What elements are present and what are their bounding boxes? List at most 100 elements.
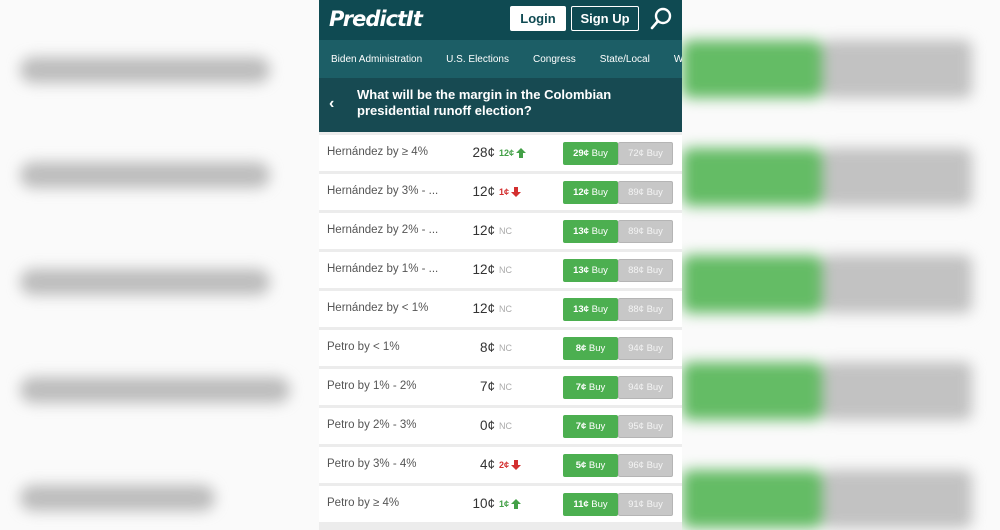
buy-yes-label: Buy (591, 226, 608, 237)
buy-yes-button[interactable]: 13¢ Buy (563, 298, 618, 321)
contract-row[interactable]: Petro by < 1% 8¢ NC 8¢ Buy 94¢ Buy (319, 330, 682, 366)
buy-yes-price: 12¢ (573, 187, 589, 198)
signup-button[interactable]: Sign Up (571, 6, 639, 31)
buy-yes-button[interactable]: 5¢ Buy (563, 454, 618, 477)
buy-no-button[interactable]: 89¢ Buy (618, 220, 673, 243)
back-chevron-icon[interactable]: ‹ (329, 95, 334, 113)
contract-row[interactable]: Hernández by < 1% 12¢ NC 13¢ Buy 88¢ Buy (319, 291, 682, 327)
price-change: 2¢ (499, 460, 522, 470)
buy-no-price: 88¢ (628, 304, 644, 315)
price-change: NC (499, 382, 512, 392)
buy-yes-label: Buy (588, 421, 606, 432)
buy-no-button[interactable]: 72¢ Buy (618, 142, 673, 165)
buy-no-button[interactable]: 91¢ Buy (618, 493, 673, 516)
price-change: NC (499, 421, 512, 431)
price-change-value: NC (499, 343, 512, 353)
buy-yes-button[interactable]: 11¢ Buy (563, 493, 618, 516)
buy-no-label: Buy (646, 226, 663, 237)
buy-no-price: 89¢ (628, 187, 644, 198)
buy-no-price: 94¢ (628, 382, 644, 393)
buy-no-label: Buy (646, 343, 663, 354)
buy-yes-label: Buy (588, 382, 606, 393)
contract-name[interactable]: Hernández by ≥ 4% (327, 146, 445, 158)
nav-item[interactable]: State/Local (588, 54, 662, 65)
buy-no-label: Buy (646, 304, 663, 315)
last-price: 7¢ (479, 379, 495, 394)
buy-no-label: Buy (646, 421, 663, 432)
contract-row[interactable]: Petro by ≥ 4% 10¢ 1¢ 11¢ Buy 91¢ Buy (319, 486, 682, 522)
buy-no-price: 96¢ (628, 460, 644, 471)
arrow-down-icon (511, 187, 522, 197)
price-change: 1¢ (499, 187, 522, 197)
buy-yes-button[interactable]: 7¢ Buy (563, 415, 618, 438)
market-header: ‹ What will be the margin in the Colombi… (319, 78, 682, 132)
price-change-value: 2¢ (499, 460, 510, 470)
buy-no-button[interactable]: 94¢ Buy (618, 376, 673, 399)
contract-row[interactable]: Hernández by 3% - ... 12¢ 1¢ 12¢ Buy 89¢ Buy (319, 174, 682, 210)
buy-yes-label: Buy (588, 343, 606, 354)
contract-row[interactable]: Petro by 3% - 4% 4¢ 2¢ 5¢ Buy 96¢ Buy (319, 447, 682, 483)
buy-no-button[interactable]: 96¢ Buy (618, 454, 673, 477)
last-price: 0¢ (479, 418, 495, 433)
buy-no-button[interactable]: 94¢ Buy (618, 337, 673, 360)
buy-yes-button[interactable]: 8¢ Buy (563, 337, 618, 360)
buy-no-button[interactable]: 88¢ Buy (618, 298, 673, 321)
price-change-value: 1¢ (499, 499, 510, 509)
contract-name[interactable]: Hernández by < 1% (327, 302, 445, 314)
buy-yes-price: 7¢ (575, 421, 587, 432)
buy-no-price: 72¢ (628, 148, 644, 159)
buy-yes-price: 29¢ (573, 148, 589, 159)
buy-yes-label: Buy (591, 304, 608, 315)
predictit-logo[interactable]: PredictIt (329, 7, 423, 31)
nav-item[interactable]: U.S. Elections (434, 54, 521, 65)
buy-yes-button[interactable]: 12¢ Buy (563, 181, 618, 204)
contract-row[interactable]: Hernández by 2% - ... 12¢ NC 13¢ Buy 89¢ Buy (319, 213, 682, 249)
contract-name[interactable]: Petro by 1% - 2% (327, 380, 445, 392)
price-change: NC (499, 343, 512, 353)
buy-yes-price: 8¢ (575, 343, 587, 354)
buy-yes-button[interactable]: 7¢ Buy (563, 376, 618, 399)
last-price: 8¢ (479, 340, 495, 355)
contract-name[interactable]: Hernández by 2% - ... (327, 224, 445, 236)
buy-no-price: 94¢ (628, 343, 644, 354)
buy-yes-price: 5¢ (575, 460, 587, 471)
nav-item[interactable]: Biden Administration (319, 54, 434, 65)
nav-item[interactable]: World (662, 54, 682, 65)
buy-yes-price: 11¢ (573, 499, 589, 510)
buy-yes-label: Buy (591, 499, 608, 510)
contract-row[interactable]: Hernández by 1% - ... 12¢ NC 13¢ Buy 88¢ Buy (319, 252, 682, 288)
price-change-value: 1¢ (499, 187, 510, 197)
contract-name[interactable]: Hernández by 1% - ... (327, 263, 445, 275)
buy-no-button[interactable]: 89¢ Buy (618, 181, 673, 204)
buy-yes-button[interactable]: 13¢ Buy (563, 220, 618, 243)
price-change-value: 12¢ (499, 148, 515, 158)
last-price: 12¢ (472, 262, 495, 277)
contract-row[interactable]: Petro by 2% - 3% 0¢ NC 7¢ Buy 95¢ Buy (319, 408, 682, 444)
contract-name[interactable]: Petro by 3% - 4% (327, 458, 445, 470)
login-button[interactable]: Login (510, 6, 566, 31)
buy-yes-button[interactable]: 13¢ Buy (563, 259, 618, 282)
buy-no-label: Buy (646, 460, 663, 471)
arrow-up-icon (511, 499, 522, 509)
contract-row[interactable]: Hernández by ≥ 4% 28¢ 12¢ 29¢ Buy 72¢ Buy (319, 135, 682, 171)
nav-item[interactable]: Congress (521, 54, 588, 65)
contract-list: Hernández by ≥ 4% 28¢ 12¢ 29¢ Buy 72¢ Buy Her… (319, 132, 682, 522)
buy-no-label: Buy (646, 265, 663, 276)
buy-yes-label: Buy (591, 148, 608, 159)
blurred-background-left (0, 0, 319, 530)
buy-yes-price: 13¢ (573, 265, 589, 276)
blurred-background-right (682, 0, 1000, 530)
buy-no-label: Buy (646, 187, 663, 198)
search-icon[interactable] (649, 7, 673, 31)
buy-yes-button[interactable]: 29¢ Buy (563, 142, 618, 165)
buy-no-button[interactable]: 88¢ Buy (618, 259, 673, 282)
contract-name[interactable]: Petro by ≥ 4% (327, 497, 445, 509)
contract-row[interactable]: Petro by 1% - 2% 7¢ NC 7¢ Buy 94¢ Buy (319, 369, 682, 405)
buy-no-button[interactable]: 95¢ Buy (618, 415, 673, 438)
price-change-value: NC (499, 304, 512, 314)
contract-name[interactable]: Petro by 2% - 3% (327, 419, 445, 431)
buy-yes-price: 7¢ (575, 382, 587, 393)
contract-name[interactable]: Petro by < 1% (327, 341, 445, 353)
buy-yes-price: 13¢ (573, 226, 589, 237)
contract-name[interactable]: Hernández by 3% - ... (327, 185, 445, 197)
